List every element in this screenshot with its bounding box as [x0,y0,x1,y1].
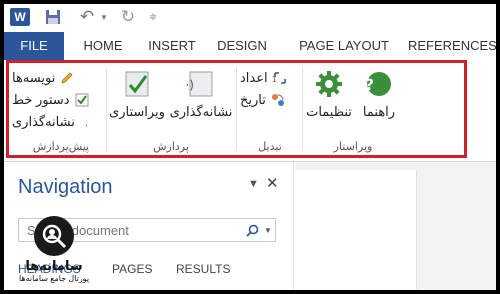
person-search-icon [34,216,74,256]
word-window: W ↶ ▼ ↻ ≑ FILE HOME INSERT DESIGN PAGE L… [4,4,496,290]
tab-home[interactable]: HOME [78,32,128,60]
pane-options-icon[interactable]: ▼ [248,178,259,190]
undo-icon[interactable]: ↶ [76,7,98,26]
highlight-frame [6,60,467,158]
tab-references[interactable]: REFERENCES [408,32,496,60]
watermark-logo: سامانه‌ها پورتال جامع سامانه‌ها [12,216,96,290]
word-app-icon[interactable]: W [10,8,30,26]
undo-dropdown-icon[interactable]: ▼ [99,8,109,26]
customize-toolbar-icon[interactable]: ≑ [147,8,159,26]
tab-insert[interactable]: INSERT [147,32,197,60]
redo-icon[interactable]: ↻ [118,7,138,26]
watermark-subtitle: پورتال جامع سامانه‌ها [18,274,90,283]
quick-access-toolbar: W ↶ ▼ ↻ ≑ [4,4,496,30]
watermark-name: سامانه‌ها [25,258,83,273]
search-icon[interactable] [243,224,261,237]
document-page[interactable] [295,170,417,290]
document-area[interactable] [295,162,496,290]
close-icon[interactable]: ✕ [266,174,279,192]
search-dropdown-icon[interactable]: ▼ [261,226,275,235]
navigation-title: Navigation [18,176,113,198]
tab-pages[interactable]: PAGES [112,262,152,276]
tab-results[interactable]: RESULTS [176,262,230,276]
save-icon[interactable] [44,8,62,26]
tab-file[interactable]: FILE [4,32,64,60]
tab-page-layout[interactable]: PAGE LAYOUT [288,32,400,60]
ribbon-tabs: FILE HOME INSERT DESIGN PAGE LAYOUT REFE… [4,32,496,60]
tab-design[interactable]: DESIGN [214,32,270,60]
